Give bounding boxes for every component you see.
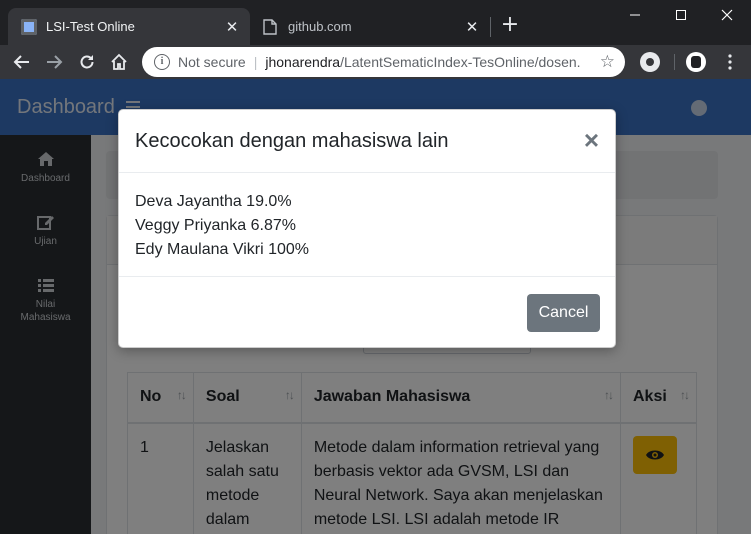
toolbar-divider [674,54,675,70]
modal-body: Deva Jayantha 19.0% Veggy Priyanka 6.87%… [135,190,595,262]
security-label: Not secure [178,54,246,70]
reload-icon [80,55,94,69]
back-arrow-icon [13,55,29,69]
reload-button[interactable] [75,50,99,74]
forward-arrow-icon [47,55,63,69]
window-close-button[interactable] [712,4,742,26]
url-path: /LatentSematicIndex-TesOnline/dosen... [340,54,581,70]
address-bar[interactable]: i Not secure | jhonarendra/LatentSematic… [142,47,625,77]
site-favicon-icon [21,18,37,35]
tab-separator [490,17,491,37]
match-item: Edy Maulana Vikri 100% [135,241,310,258]
tab-github[interactable]: github.com ✕ [250,8,490,45]
address-divider: | [253,54,258,70]
maximize-button[interactable] [666,4,696,26]
url-host: jhonarendra [265,54,341,70]
extension-icon[interactable] [640,52,660,72]
menu-kebab-icon[interactable] [718,50,742,74]
profile-avatar[interactable] [686,52,706,72]
tab-close-icon[interactable]: ✕ [462,17,482,37]
minimize-button[interactable] [620,4,650,26]
browser-toolbar: i Not secure | jhonarendra/LatentSematic… [0,45,751,79]
new-tab-button[interactable]: + [498,14,522,38]
close-icon[interactable]: × [584,127,599,153]
cancel-button[interactable]: Cancel [527,294,600,332]
tab-lsi-test-online[interactable]: LSI-Test Online ✕ [8,8,250,45]
match-item: Deva Jayantha 19.0% [135,193,292,210]
back-button[interactable] [10,50,34,74]
page-icon [263,18,279,35]
forward-button[interactable] [42,50,66,74]
match-item: Veggy Priyanka 6.87% [135,217,296,234]
home-button[interactable] [107,50,131,74]
modal-footer: Cancel [119,276,615,348]
modal-title: Kecocokan dengan mahasiswa lain [135,130,449,152]
home-icon [111,53,127,70]
browser-tab-strip: LSI-Test Online ✕ github.com ✕ + [0,0,751,45]
info-icon[interactable]: i [154,54,170,70]
similarity-modal: Kecocokan dengan mahasiswa lain × Deva J… [118,109,616,348]
tab-close-icon[interactable]: ✕ [222,17,242,37]
bookmark-star-icon[interactable]: ☆ [600,52,615,72]
tab-title: LSI-Test Online [46,19,135,34]
tab-title: github.com [288,19,352,34]
modal-header: Kecocokan dengan mahasiswa lain × [119,110,615,173]
